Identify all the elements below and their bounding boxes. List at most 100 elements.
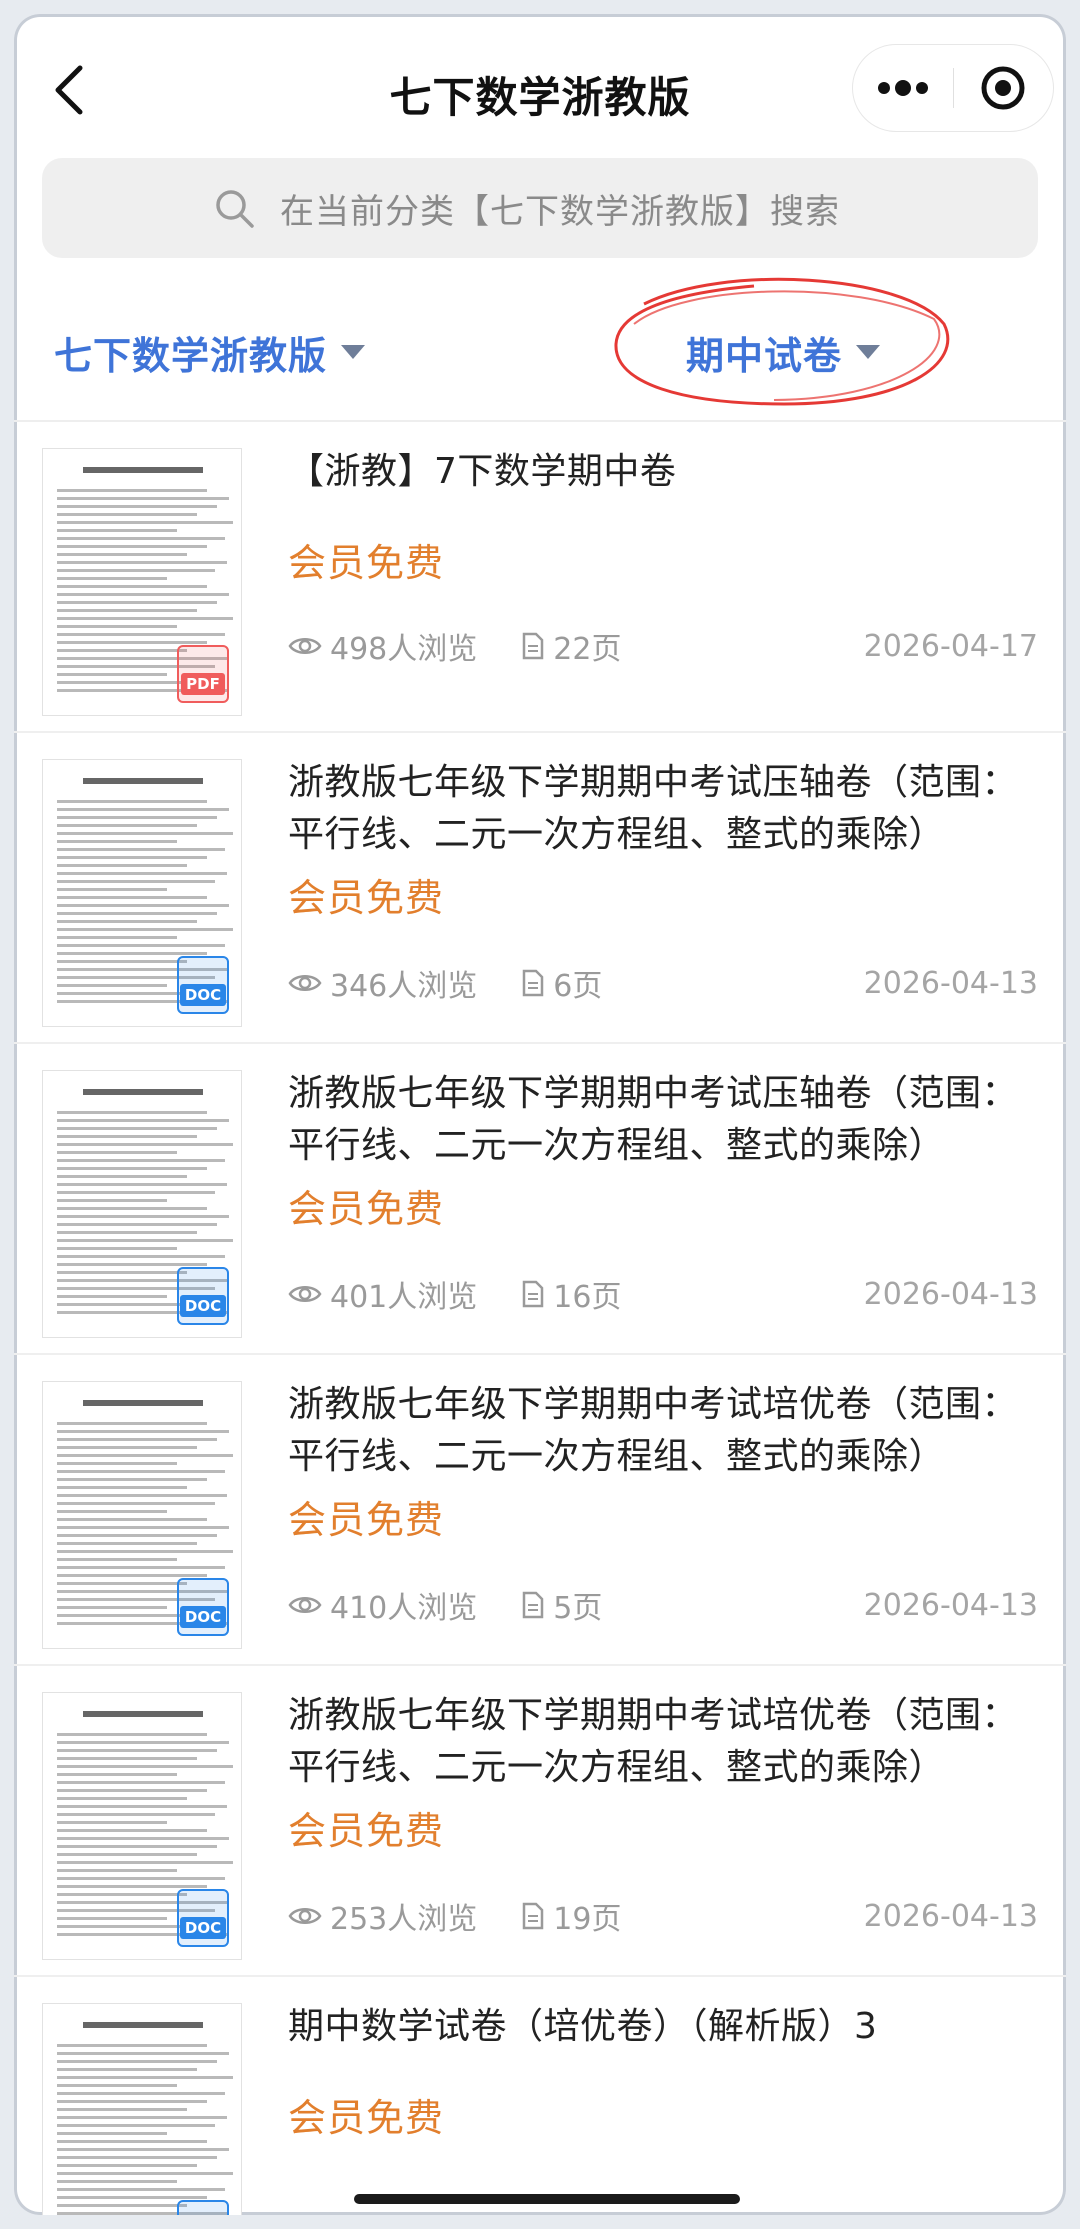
doc-file-icon: DOC: [177, 1889, 229, 1947]
thumb-text-line: [57, 944, 225, 947]
doc-file-icon: DOC: [177, 1267, 229, 1325]
thumb-text-line: [57, 2052, 229, 2055]
list-item[interactable]: DOC 浙教版七年级下学期期中考试培优卷（范围：平行线、二元一次方程组、整式的乘除…: [14, 1355, 1066, 1666]
thumb-text-line: [57, 2124, 215, 2127]
thumb-text-line: [57, 1295, 167, 1298]
pages-group: 6页: [521, 961, 602, 1005]
thumb-text-line: [57, 872, 227, 875]
thumb-text-line: [57, 1837, 229, 1840]
view-count: 410人浏览: [330, 1591, 478, 1626]
thumb-text-line: [57, 545, 207, 548]
category-filter[interactable]: 七下数学浙教版: [54, 304, 366, 400]
views-group: 401人浏览: [288, 1272, 477, 1316]
thumb-text-line: [57, 928, 233, 931]
thumb-text-line: [57, 888, 167, 891]
search-input[interactable]: 在当前分类【七下数学浙教版】搜索: [42, 158, 1038, 258]
thumb-text-line: [57, 1454, 233, 1457]
thumb-text-line: [57, 912, 217, 915]
thumb-text-line: [57, 1438, 217, 1441]
list-item[interactable]: DOC 浙教版七年级下学期期中考试压轴卷（范围：平行线、二元一次方程组、整式的乘除…: [14, 733, 1066, 1044]
nav-bar: 七下数学浙教版: [14, 14, 1066, 164]
thumb-text-line: [57, 1542, 197, 1545]
thumb-text-line: [57, 1845, 217, 1848]
pages-group: 16页: [521, 1272, 621, 1316]
thumb-text-line: [57, 1119, 229, 1122]
eye-icon: [288, 638, 322, 654]
search-icon: [216, 190, 254, 228]
thumb-text-line: [57, 1159, 225, 1162]
thumb-text-line: [57, 1869, 177, 1872]
thumb-text-line: [57, 1223, 217, 1226]
thumb-text-line: [57, 577, 167, 580]
thumb-text-line: [57, 1135, 197, 1138]
thumb-text-line: [57, 1574, 207, 1577]
view-count: 346人浏览: [330, 969, 478, 1004]
eye-icon: [288, 975, 322, 991]
thumb-text-line: [57, 848, 225, 851]
thumb-text-line: [57, 1757, 197, 1760]
thumb-text-line: [57, 2092, 225, 2095]
thumb-text-line: [57, 617, 233, 620]
eye-icon: [288, 1286, 322, 1302]
thumb-text-line: [57, 1749, 217, 1752]
document-thumbnail: DOC: [42, 759, 242, 1027]
thumb-text-line: [57, 960, 187, 963]
close-miniprogram-button[interactable]: [954, 45, 1054, 131]
publish-date: 2026-04-13: [863, 1898, 1038, 1934]
thumb-text-line: [57, 1430, 229, 1433]
thumb-text-line: [57, 864, 187, 867]
publish-date: 2026-04-13: [863, 1587, 1038, 1623]
thumb-text-line: [57, 1550, 233, 1553]
category-filter-label: 七下数学浙教版: [54, 333, 328, 378]
filter-bar: 七下数学浙教版 期中试卷: [14, 304, 1066, 400]
thumb-text-line: [57, 1829, 207, 1832]
file-type-badge: DOC: [179, 1606, 227, 1628]
thumb-text-line: [57, 2060, 217, 2063]
thumb-text-line: [57, 1143, 233, 1146]
thumb-text-line: [57, 1127, 217, 1130]
thumb-text-line: [57, 1885, 207, 1888]
thumb-text-line: [57, 2156, 217, 2159]
thumb-text-line: [57, 832, 233, 835]
thumb-text-line: [57, 2132, 167, 2135]
thumb-text-line: [57, 1526, 229, 1529]
thumb-text-line: [57, 1494, 227, 1497]
thumb-text-line: [57, 2172, 233, 2175]
thumb-text-line: [57, 952, 207, 955]
price-label: 会员免费: [288, 2096, 445, 2140]
thumb-text-line: [57, 984, 167, 987]
thumb-text-line: [57, 505, 217, 508]
list-item[interactable]: DOC 浙教版七年级下学期期中考试培优卷（范围：平行线、二元一次方程组、整式的乘除…: [14, 1666, 1066, 1977]
phone-screen: 七下数学浙教版 在当前分类【七下数学浙教版】搜索 七下数学浙教版 期中试卷 PD…: [14, 14, 1066, 2215]
list-item[interactable]: PDF 【浙教】7下数学期中卷 会员免费 498人浏览 22页 2026-04-17: [14, 422, 1066, 733]
views-group: 346人浏览: [288, 961, 477, 1005]
thumb-heading: [83, 778, 203, 784]
list-item[interactable]: DOC 浙教版七年级下学期期中考试压轴卷（范围：平行线、二元一次方程组、整式的乘除…: [14, 1044, 1066, 1355]
thumb-text-line: [57, 1462, 177, 1465]
more-button[interactable]: [853, 45, 953, 131]
view-count: 253人浏览: [330, 1902, 478, 1937]
thumb-text-line: [57, 601, 217, 604]
list-item[interactable]: DOC 期中数学试卷（培优卷）（解析版）3 会员免费: [14, 1977, 1066, 2215]
thumb-text-line: [57, 1231, 197, 1234]
thumb-text-line: [57, 1502, 215, 1505]
thumb-text-line: [57, 1566, 225, 1569]
thumb-text-line: [57, 824, 197, 827]
thumb-text-line: [57, 2140, 207, 2143]
doc-file-icon: DOC: [177, 2200, 229, 2215]
thumb-text-line: [57, 1271, 187, 1274]
thumb-text-line: [57, 2204, 187, 2207]
thumb-text-line: [57, 2180, 177, 2183]
thumb-text-line: [57, 896, 207, 899]
thumb-text-line: [57, 1199, 167, 1202]
thumb-heading: [83, 1400, 203, 1406]
thumb-heading: [83, 1711, 203, 1717]
type-filter[interactable]: 期中试卷: [686, 304, 881, 400]
thumb-text-line: [57, 1263, 207, 1266]
thumb-text-line: [57, 1255, 225, 1258]
document-thumbnail: DOC: [42, 1070, 242, 1338]
thumb-text-line: [57, 1582, 187, 1585]
thumb-text-line: [57, 537, 225, 540]
thumb-text-line: [57, 1813, 215, 1816]
thumb-text-line: [57, 936, 177, 939]
